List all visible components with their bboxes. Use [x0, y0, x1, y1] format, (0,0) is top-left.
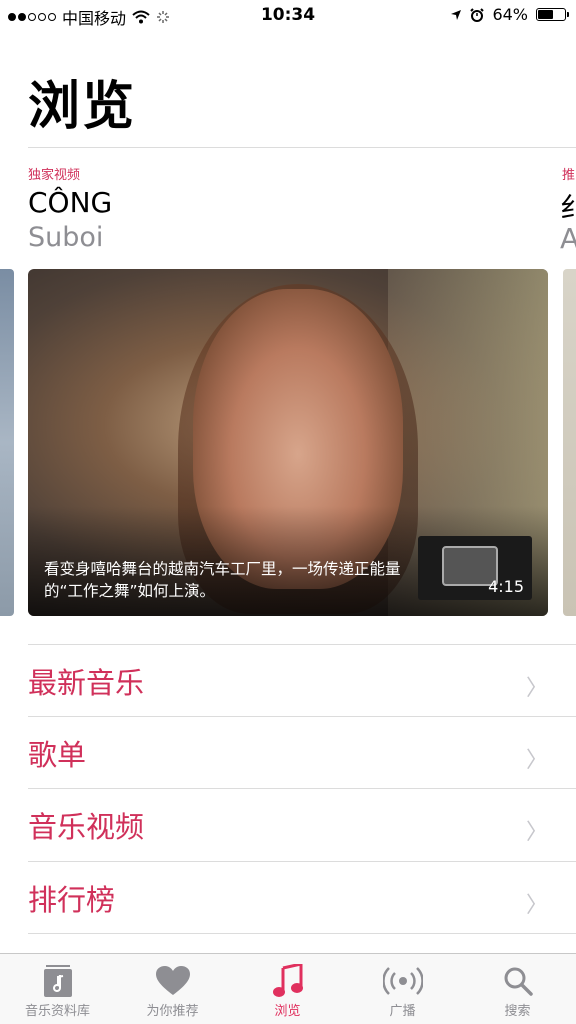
status-right: 64%: [450, 5, 569, 24]
list-item-label: 音乐视频: [28, 810, 145, 844]
library-icon: [0, 962, 115, 1000]
tab-label: 搜索: [504, 1004, 531, 1019]
tab-bar: 音乐资料库 为你推荐 浏览 广播 搜索: [0, 953, 576, 1024]
featured-eyebrow: 独家视频: [28, 168, 81, 183]
location-arrow-icon: [451, 9, 462, 20]
list-item-label: 最新音乐: [28, 666, 145, 700]
music-note-icon: [230, 962, 345, 1000]
heart-icon: [115, 962, 230, 1000]
page-title: 浏览: [28, 77, 137, 137]
video-duration: 4:15: [488, 577, 524, 596]
tab-label: 音乐资料库: [24, 1004, 90, 1019]
featured-subtitle[interactable]: Suboi: [28, 222, 103, 253]
chevron-right-icon: 〉: [525, 820, 548, 845]
tab-radio[interactable]: 广播: [345, 962, 460, 1019]
status-bar: 中国移动 10:34 64%: [0, 0, 576, 30]
list-item-new-music[interactable]: 最新音乐 〉: [28, 645, 576, 717]
radio-icon: [345, 962, 460, 1000]
next-card-peek[interactable]: [563, 269, 576, 616]
tab-label: 为你推荐: [146, 1004, 199, 1019]
video-thumbnail[interactable]: 4:15: [418, 536, 532, 600]
peek-right-title[interactable]: 纟: [560, 186, 576, 226]
chevron-right-icon: 〉: [525, 748, 548, 773]
battery-percent: 64%: [492, 5, 528, 24]
alarm-icon: [470, 7, 485, 22]
featured-caption: 看变身嘻哈舞台的越南汽车工厂里，一场传递正能量的“工作之舞”如何上演。: [44, 560, 401, 600]
list-item-label: 歌单: [28, 738, 87, 772]
battery-icon: [536, 8, 569, 21]
previous-card-peek[interactable]: [0, 269, 14, 616]
peek-right-subtitle[interactable]: A: [560, 222, 576, 255]
peek-right-eyebrow: 推: [562, 168, 576, 183]
chevron-right-icon: 〉: [525, 676, 548, 701]
chevron-right-icon: 〉: [525, 893, 548, 918]
title-divider: [28, 147, 576, 148]
tab-label: 广播: [389, 1004, 416, 1019]
tab-browse[interactable]: 浏览: [230, 962, 345, 1019]
tab-search[interactable]: 搜索: [460, 962, 575, 1019]
featured-video-card[interactable]: 看变身嘻哈舞台的越南汽车工厂里，一场传递正能量的“工作之舞”如何上演。 4:15: [28, 269, 548, 616]
featured-title[interactable]: CÔNG: [28, 186, 112, 219]
list-divider: [28, 933, 576, 934]
search-icon: [460, 962, 575, 1000]
list-item-label: 排行榜: [28, 883, 116, 917]
list-item-playlists[interactable]: 歌单 〉: [28, 717, 576, 789]
tab-label: 浏览: [274, 1004, 301, 1019]
list-item-charts[interactable]: 排行榜 〉: [28, 862, 576, 934]
tab-for-you[interactable]: 为你推荐: [115, 962, 230, 1019]
tab-library[interactable]: 音乐资料库: [0, 962, 115, 1019]
list-item-music-videos[interactable]: 音乐视频 〉: [28, 789, 576, 861]
